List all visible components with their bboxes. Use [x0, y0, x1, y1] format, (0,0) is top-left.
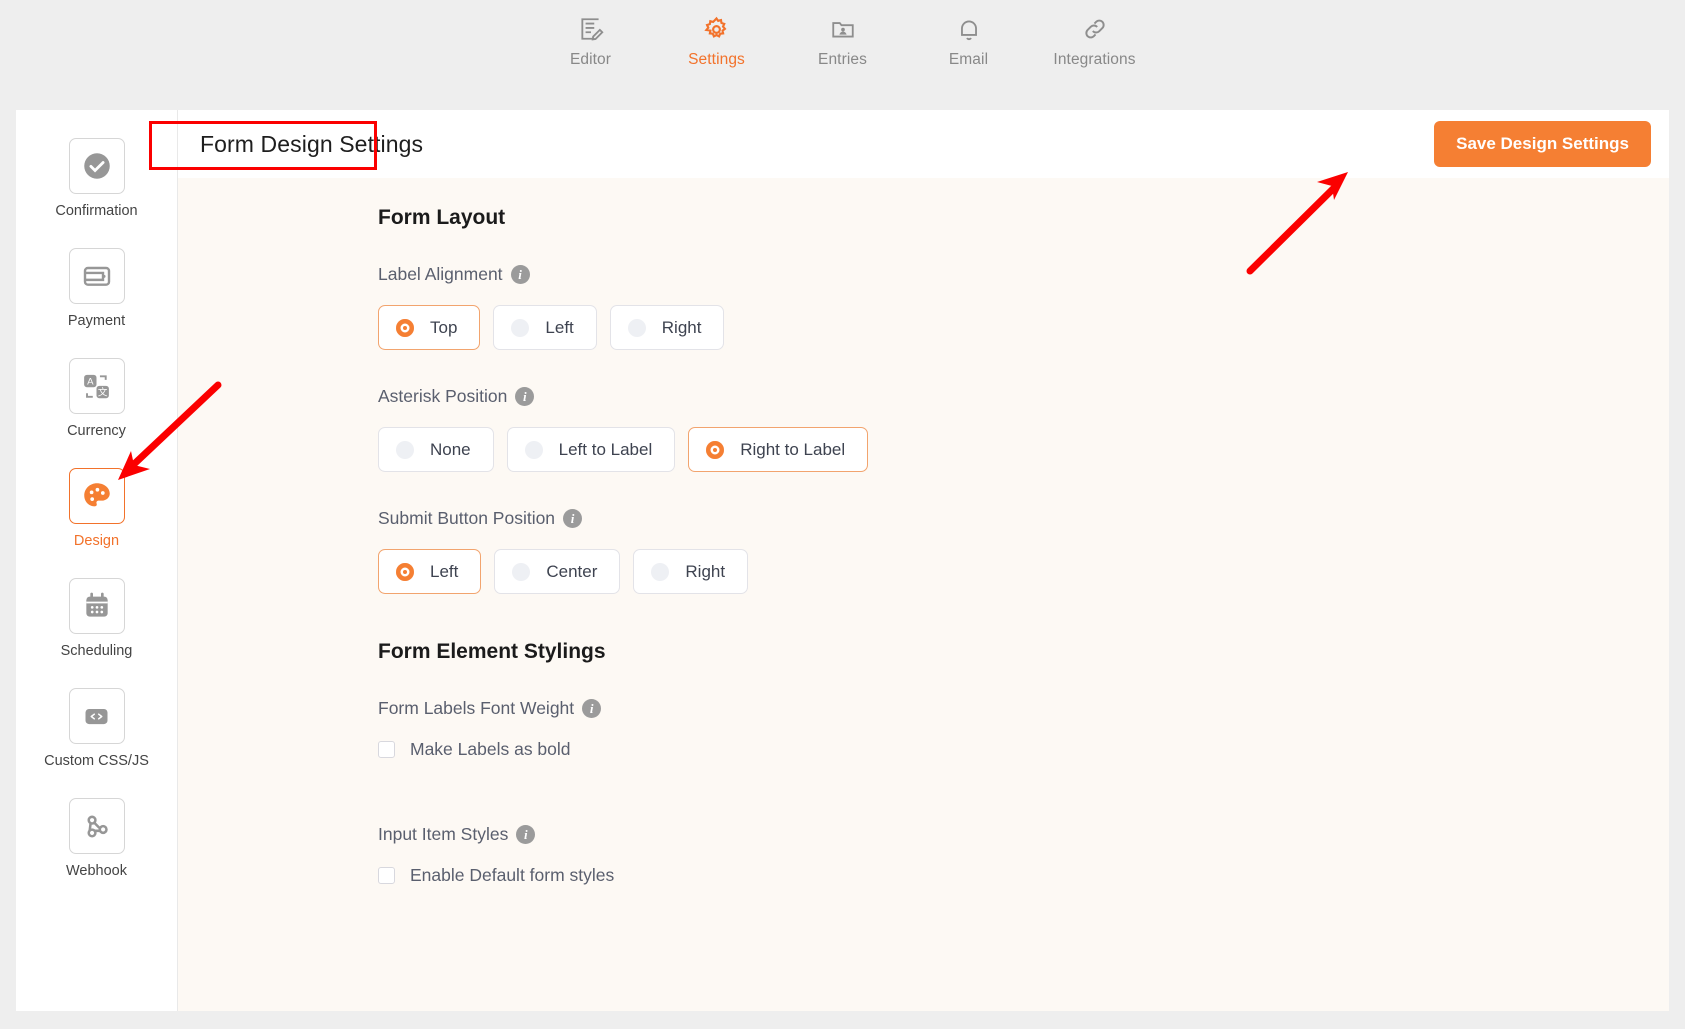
info-icon[interactable]: i — [516, 825, 536, 844]
make-labels-bold-label: Make Labels as bold — [410, 739, 571, 759]
radio-icon — [627, 318, 646, 337]
info-icon[interactable]: i — [515, 387, 535, 406]
label-alignment-option-top[interactable]: Top — [378, 305, 481, 350]
nav-item-entries[interactable]: Entries — [802, 14, 884, 69]
nav-item-label: Email — [948, 51, 989, 68]
option-label: Left — [430, 561, 459, 581]
nav-item-label: Settings — [688, 51, 745, 68]
nav-item-email[interactable]: Email — [928, 14, 1010, 69]
nav-item-editor[interactable]: Editor — [550, 14, 632, 69]
label-alignment-options: Top Left Right — [378, 305, 1669, 350]
webhook-icon — [68, 798, 125, 854]
asterisk-position-option-right-to-label[interactable]: Right to Label — [688, 427, 869, 472]
asterisk-position-option-left-to-label[interactable]: Left to Label — [506, 427, 676, 472]
submit-button-position-option-left[interactable]: Left — [378, 549, 482, 594]
radio-icon — [524, 440, 543, 459]
form-labels-font-weight-label: Form Labels Font Weight i — [378, 698, 1669, 719]
label-alignment-label: Label Alignment i — [378, 264, 1669, 285]
field-label-text: Submit Button Position — [378, 508, 556, 528]
palette-icon — [68, 468, 125, 524]
asterisk-position-label: Asterisk Position i — [378, 386, 1669, 407]
sidebar-item-label: Webhook — [66, 863, 127, 879]
radio-icon — [651, 562, 670, 581]
sidebar-item-label: Confirmation — [55, 203, 138, 219]
sidebar-item-webhook[interactable]: Webhook — [37, 798, 157, 879]
option-label: Left to Label — [558, 439, 653, 459]
settings-sidebar: Confirmation Payment A 文 Currency Design… — [16, 110, 178, 1011]
radio-icon — [396, 440, 414, 459]
sidebar-item-custom-css-js[interactable]: Custom CSS/JS — [37, 688, 157, 769]
translate-icon: A 文 — [68, 358, 125, 414]
check-circle-icon — [68, 138, 125, 194]
save-design-settings-button[interactable]: Save Design Settings — [1434, 121, 1651, 167]
form-layout-heading: Form Layout — [378, 206, 506, 229]
design-settings-panel: Form Layout Label Alignment i Top Left R… — [178, 178, 1669, 1011]
info-icon[interactable]: i — [582, 699, 602, 718]
main-header: Form Design Settings Save Design Setting… — [178, 110, 1669, 178]
radio-icon — [396, 318, 414, 337]
enable-default-form-styles-checkbox[interactable] — [378, 867, 395, 884]
sidebar-item-confirmation[interactable]: Confirmation — [37, 138, 157, 219]
label-alignment-option-left[interactable]: Left — [493, 305, 597, 350]
option-label: Right — [685, 561, 726, 581]
info-icon[interactable]: i — [510, 265, 530, 284]
nav-item-label: Entries — [818, 51, 867, 68]
annotation-title-highlight-box — [149, 121, 377, 170]
field-label-text: Input Item Styles — [378, 824, 509, 844]
label-alignment-option-right[interactable]: Right — [609, 305, 725, 350]
make-labels-bold-checkbox[interactable] — [378, 741, 395, 758]
nav-item-label: Integrations — [1053, 51, 1136, 68]
asterisk-position-option-none[interactable]: None — [378, 427, 494, 472]
sidebar-item-scheduling[interactable]: Scheduling — [37, 578, 157, 659]
submit-button-position-label: Submit Button Position i — [378, 508, 1669, 529]
top-navigation-bar: Editor Settings Entries Email Integratio… — [0, 0, 1685, 110]
settings-card: Confirmation Payment A 文 Currency Design… — [16, 110, 1669, 1011]
calendar-icon — [68, 578, 125, 634]
radio-icon — [706, 440, 725, 459]
option-label: Right — [661, 317, 702, 337]
bell-icon — [956, 14, 982, 44]
sidebar-item-currency[interactable]: A 文 Currency — [37, 358, 157, 439]
option-label: None — [430, 439, 471, 459]
settings-main: Form Design Settings Save Design Setting… — [178, 110, 1669, 1011]
option-label: Right to Label — [740, 439, 846, 459]
form-element-stylings-heading: Form Element Stylings — [378, 640, 606, 663]
sidebar-item-label: Scheduling — [60, 643, 133, 659]
svg-text:文: 文 — [98, 386, 108, 398]
sidebar-item-payment[interactable]: Payment — [37, 248, 157, 329]
radio-icon — [512, 562, 531, 581]
enable-default-form-styles-row: Enable Default form styles — [378, 865, 1669, 886]
sidebar-item-design[interactable]: Design — [37, 468, 157, 549]
submit-button-position-options: Left Center Right — [378, 549, 1669, 594]
gear-icon — [703, 14, 730, 44]
radio-icon — [511, 318, 530, 337]
option-label: Top — [430, 317, 458, 337]
editor-icon — [578, 14, 604, 44]
make-labels-bold-row: Make Labels as bold — [378, 739, 1669, 760]
field-label-text: Label Alignment — [378, 264, 503, 284]
sidebar-item-label: Custom CSS/JS — [44, 753, 149, 769]
sidebar-item-label: Payment — [67, 313, 126, 329]
nav-item-integrations[interactable]: Integrations — [1053, 14, 1136, 69]
code-icon — [68, 688, 125, 744]
svg-text:A: A — [87, 376, 94, 387]
link-icon — [1082, 14, 1108, 44]
radio-icon — [396, 562, 414, 581]
field-label-text: Asterisk Position — [378, 386, 508, 406]
input-item-styles-label: Input Item Styles i — [378, 824, 1669, 845]
wallet-icon — [68, 248, 125, 304]
sidebar-item-label: Design — [73, 533, 120, 549]
field-label-text: Form Labels Font Weight — [378, 698, 575, 718]
nav-item-settings[interactable]: Settings — [676, 14, 758, 69]
sidebar-item-label: Currency — [67, 423, 126, 439]
option-label: Center — [546, 561, 598, 581]
asterisk-position-options: None Left to Label Right to Label — [378, 427, 1669, 472]
nav-item-label: Editor — [569, 51, 612, 68]
option-label: Left — [545, 317, 574, 337]
submit-button-position-option-center[interactable]: Center — [494, 549, 621, 594]
submit-button-position-option-right[interactable]: Right — [633, 549, 749, 594]
enable-default-form-styles-label: Enable Default form styles — [410, 865, 615, 885]
entries-icon — [830, 14, 856, 44]
info-icon[interactable]: i — [563, 509, 583, 528]
